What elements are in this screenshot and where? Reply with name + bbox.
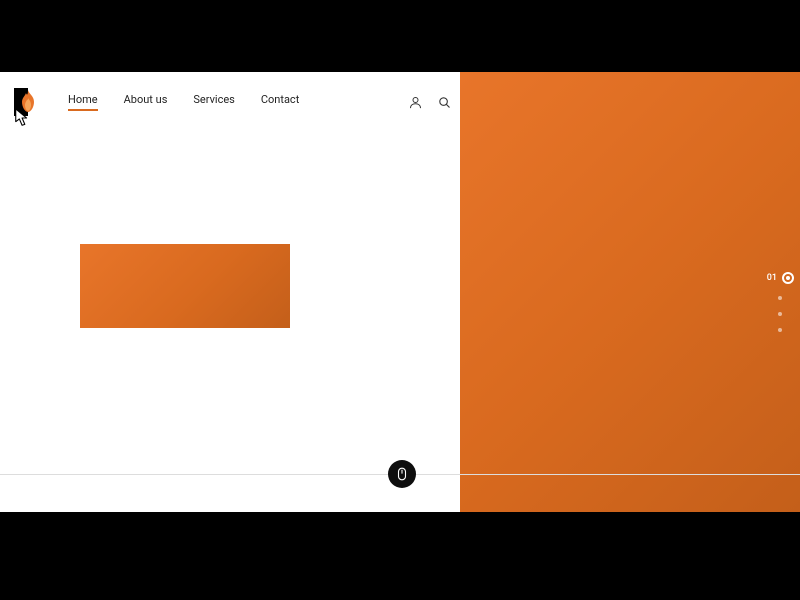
hero-card: [80, 244, 290, 328]
main-nav: Home About us Services Contact: [68, 93, 299, 111]
pager-item-2[interactable]: [778, 296, 782, 300]
scroll-down-button[interactable]: [388, 460, 416, 488]
page-content: Home About us Services Contact 01: [0, 72, 800, 512]
pager-active-indicator: [782, 272, 794, 284]
pager-item-3[interactable]: [778, 312, 782, 316]
brand-logo[interactable]: [14, 88, 36, 116]
search-icon[interactable]: [437, 95, 452, 110]
nav-home[interactable]: Home: [68, 93, 98, 111]
header: Home About us Services Contact: [0, 72, 460, 132]
nav-contact[interactable]: Contact: [261, 93, 299, 111]
flame-icon: [20, 90, 36, 112]
user-icon[interactable]: [408, 95, 423, 110]
hero-right-panel: [460, 72, 800, 512]
mouse-icon: [397, 467, 407, 481]
nav-about[interactable]: About us: [124, 93, 168, 111]
slide-pager: 01: [767, 272, 794, 332]
nav-services[interactable]: Services: [193, 93, 234, 111]
header-actions: [408, 72, 452, 132]
pager-item-4[interactable]: [778, 328, 782, 332]
pager-item-1[interactable]: 01: [767, 272, 794, 284]
pager-active-label: 01: [767, 273, 777, 283]
